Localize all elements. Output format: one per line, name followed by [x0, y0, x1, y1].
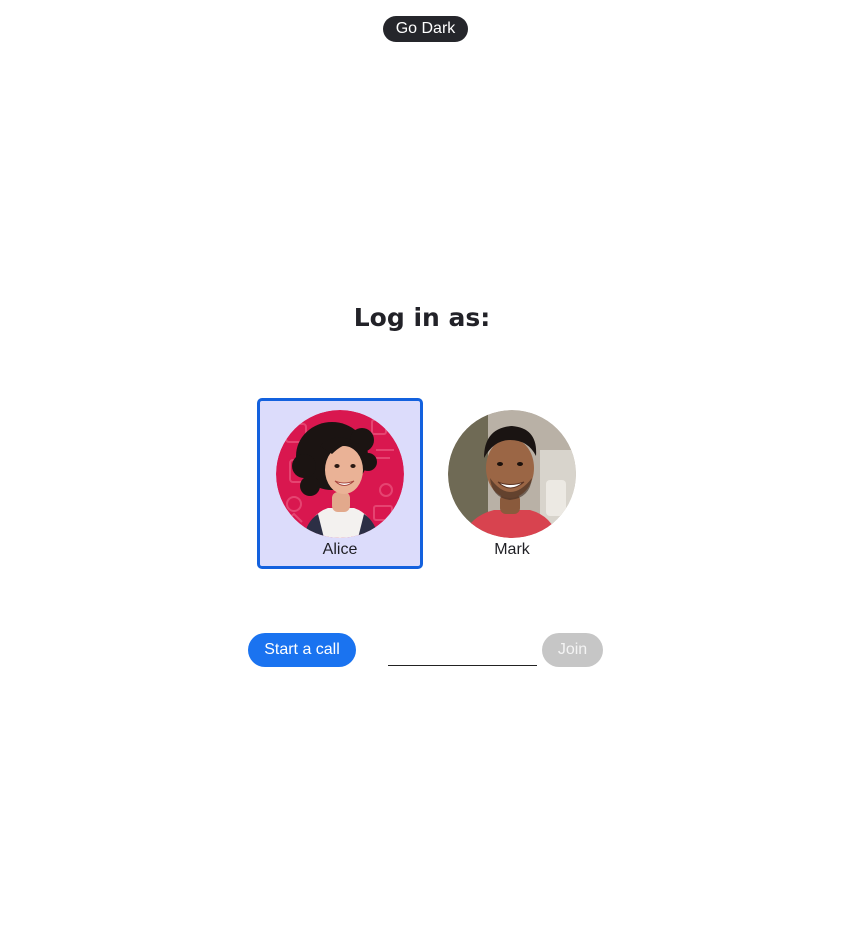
avatar-alice [276, 410, 404, 538]
login-page: Go Dark Log in as: Alice Mark Start a ca… [0, 0, 844, 944]
avatar-alice-image [276, 410, 404, 538]
avatar-mark-image [448, 410, 576, 538]
join-code-input[interactable] [388, 640, 537, 666]
user-card-alice[interactable]: Alice [257, 398, 423, 569]
go-dark-button[interactable]: Go Dark [383, 16, 468, 42]
user-name-mark: Mark [494, 541, 530, 558]
start-call-button[interactable]: Start a call [248, 633, 356, 667]
page-title: Log in as: [353, 303, 491, 332]
join-button[interactable]: Join [542, 633, 603, 667]
avatar-mark [448, 410, 576, 538]
user-card-mark[interactable]: Mark [429, 398, 595, 569]
user-name-alice: Alice [322, 541, 358, 558]
